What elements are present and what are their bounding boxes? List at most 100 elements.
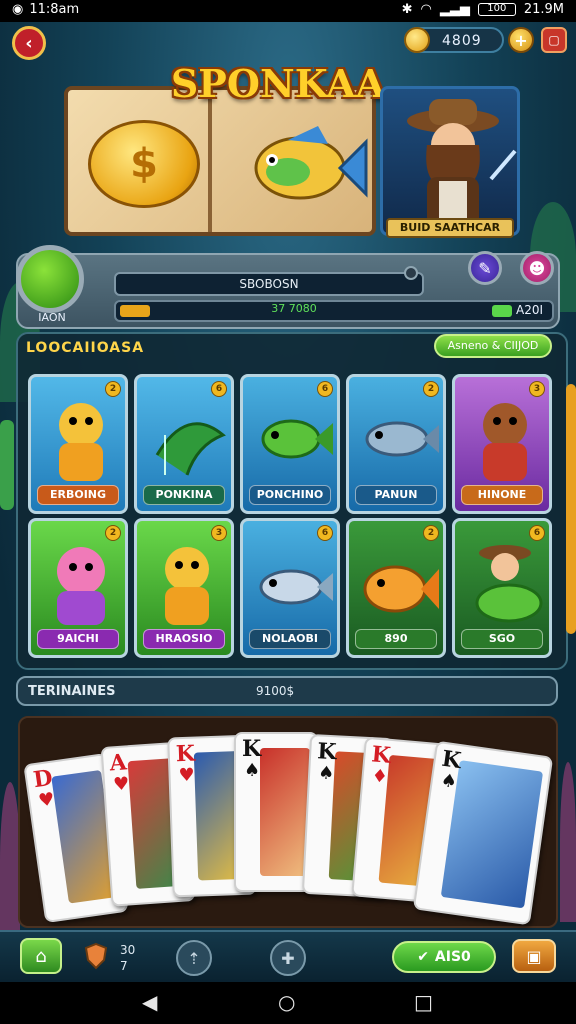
card-badge: 3 (211, 525, 227, 541)
card-badge: 6 (317, 381, 333, 397)
playing-card[interactable]: K ♠ (412, 740, 554, 926)
coin-icon (404, 27, 430, 53)
signal-icon: ▂▃▅ (439, 2, 470, 17)
wifi-icon: ◠ (420, 2, 432, 17)
section-title: LOOCAIIOASA (26, 340, 145, 356)
home-icon: ⌂ (35, 945, 47, 967)
character-card[interactable]: 2 890 (346, 518, 446, 658)
green-fish-art (261, 419, 333, 459)
card-badge: 6 (317, 525, 333, 541)
coin-balance: 4809 (404, 27, 504, 53)
character-card[interactable]: 6 PONCHINO (240, 374, 340, 514)
section-action-button[interactable]: Asneno & CIIJOD (434, 334, 552, 358)
home-nav-icon[interactable]: ○ (278, 992, 295, 1012)
card-rank: K (440, 745, 463, 775)
card-label: PANUN (355, 485, 437, 505)
card-badge: 2 (423, 525, 439, 541)
card-label: SGO (461, 629, 543, 649)
recents-nav-icon[interactable]: □ (414, 992, 433, 1012)
card-label: NOLAOBI (249, 629, 331, 649)
back-button[interactable]: ‹ (12, 26, 46, 60)
nav-button-add[interactable]: ✚ (270, 940, 306, 976)
card-label: ERBOING (37, 485, 119, 505)
silver-fish-art (259, 569, 333, 605)
battery-icon: 100 (477, 3, 516, 16)
nav-button-upgrade[interactable]: ⇡ (176, 940, 212, 976)
menu-icon: ▢ (548, 33, 560, 47)
card-label: PONCHINO (249, 485, 331, 505)
emote-button[interactable]: ☻ (520, 251, 554, 285)
card-label: 890 (355, 629, 437, 649)
card-badge: 2 (105, 381, 121, 397)
character-card[interactable]: 3 HRAOSIO (134, 518, 234, 658)
character-card[interactable]: 2 PANUN (346, 374, 446, 514)
game-logo: SPONKAA (150, 54, 406, 112)
shop-button[interactable]: ▣ (512, 939, 556, 973)
card-suit: ♦ (370, 765, 389, 788)
xp-fill-left (120, 305, 150, 317)
coin-count: 4809 (442, 33, 482, 49)
character-card[interactable]: 3 HINONE (452, 374, 552, 514)
recent-value: 9100$ (256, 684, 295, 698)
character-card[interactable]: 6 PONKINA (134, 374, 234, 514)
menu-button[interactable]: ▢ (541, 27, 567, 53)
card-label: 9AICHI (37, 629, 119, 649)
banner-fish-art (254, 126, 368, 200)
recent-title: TERINAINES (28, 684, 116, 699)
avatar-label: IAON (38, 311, 66, 324)
cat-creature-art (165, 547, 209, 625)
xp-fill-right (492, 305, 512, 317)
character-card[interactable]: 2 9AICHI (28, 518, 128, 658)
add-coins-button[interactable]: + (508, 27, 534, 53)
character-card[interactable]: 6 NOLAOBI (240, 518, 340, 658)
card-suit: ♥ (178, 764, 196, 787)
player-avatar[interactable] (16, 245, 84, 313)
coral-decoration (0, 782, 20, 942)
play-button[interactable]: ✔ AIS0 (392, 941, 496, 973)
card-badge: 3 (529, 381, 545, 397)
arrow-up-icon: ⇡ (187, 948, 201, 968)
stat-bottom: 7 (120, 959, 128, 973)
system-navigation-bar: ◀ ○ □ (0, 982, 576, 1024)
card-badge: 2 (423, 381, 439, 397)
left-side-tab[interactable] (0, 420, 14, 510)
explorer-character-art (407, 99, 517, 233)
stat-top: 30 (120, 943, 136, 957)
home-button[interactable]: ⌂ (20, 938, 62, 974)
name-knob (404, 266, 418, 280)
card-suit: ♥ (112, 773, 131, 796)
treasure-chest-icon: ▣ (526, 946, 542, 966)
card-badge: 6 (211, 381, 227, 397)
orange-fish-art (363, 565, 439, 613)
back-nav-icon[interactable]: ◀ (142, 992, 157, 1012)
card-rank: K (316, 738, 338, 766)
xp-text: 37 7080 (271, 302, 317, 315)
right-side-tab[interactable] (566, 384, 576, 634)
bluetooth-icon: ✱ (401, 2, 413, 17)
character-card[interactable]: 6 SGO (452, 518, 552, 658)
card-suit: ♥ (37, 788, 56, 812)
play-label: AIS0 (434, 949, 471, 965)
status-right-time: 21.9M (523, 2, 564, 17)
card-face-art (260, 748, 310, 876)
card-rank: K (242, 736, 262, 762)
check-icon: ✔ (417, 949, 429, 965)
creature-art (59, 403, 103, 481)
character-card[interactable]: 2 ERBOING (28, 374, 128, 514)
player-name: SBOBOSN (114, 272, 424, 296)
wrench-icon: ✎ (478, 258, 492, 278)
card-rank: K (175, 740, 196, 768)
card-suit: ♠ (244, 760, 261, 781)
card-suit: ♠ (439, 769, 459, 793)
plus-icon: ✚ (281, 948, 295, 968)
tuna-fish-art (365, 421, 439, 457)
pink-creature-art (57, 547, 105, 625)
back-arrow-icon: ‹ (25, 32, 33, 54)
fox-creature-art (483, 403, 527, 481)
tool-button[interactable]: ✎ (468, 251, 502, 285)
plant-creature-art (155, 422, 226, 476)
bottom-stats: 30 7 (120, 942, 135, 974)
explorer-character-panel[interactable] (380, 86, 520, 236)
status-bar: ◉ 11:8am ✱ ◠ ▂▃▅ 100 21.9M (0, 0, 576, 22)
fisher-girl-art (475, 545, 543, 623)
